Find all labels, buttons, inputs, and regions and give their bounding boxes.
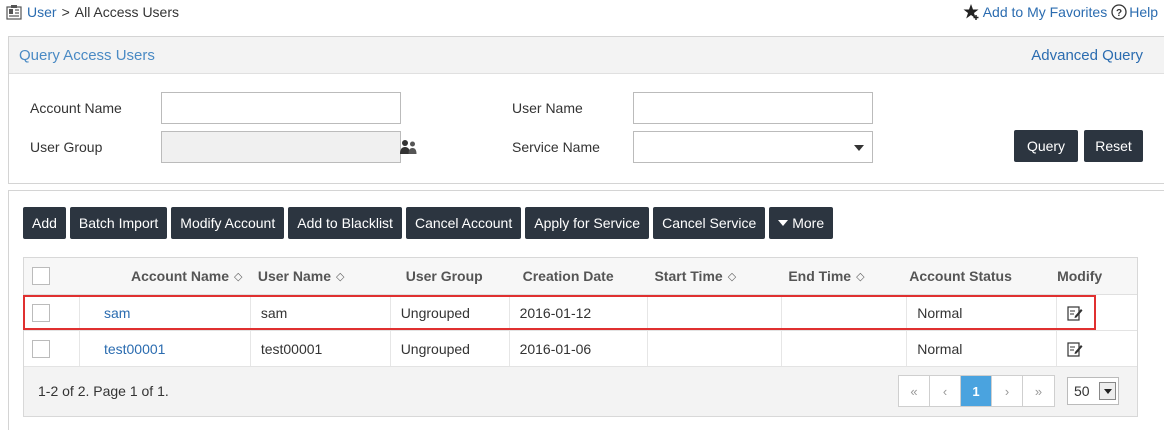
page-size-value: 50 [1074,383,1090,399]
add-to-favorites-link[interactable]: Add to My Favorites [963,3,1108,21]
account-name-cell: sam [80,295,251,330]
batch-import-button[interactable]: Batch Import [69,207,168,239]
creation-date-cell: 2016-01-06 [510,331,649,366]
table-header-row: Account Name ◇ User Name ◇ User Group Cr… [24,258,1137,295]
row-select-cell [24,331,80,366]
breadcrumb-current: All Access Users [74,4,179,20]
header-select-cell [24,258,80,294]
edit-icon[interactable] [1067,305,1083,321]
start-time-cell [648,331,783,366]
add-to-favorites-label: Add to My Favorites [982,4,1108,20]
query-button[interactable]: Query [1014,130,1078,162]
help-link[interactable]: ? Help [1111,4,1158,20]
edit-icon[interactable] [1067,341,1083,357]
top-links: Add to My Favorites ? Help [963,3,1158,21]
start-time-cell [648,295,783,330]
dropdown-arrow-icon[interactable] [1099,382,1116,400]
select-group-icon[interactable] [400,139,418,155]
header-creation-date: Creation Date [522,268,614,284]
query-panel-header: Query Access Users Advanced Query [9,37,1164,74]
user-name-label: User Name [512,100,583,116]
pagination-summary: 1-2 of 2. Page 1 of 1. [38,383,169,399]
user-group-cell: Ungrouped [391,331,510,366]
row-checkbox[interactable] [32,303,50,322]
end-time-cell [782,331,908,366]
user-name-cell: sam [251,295,391,330]
svg-text:?: ? [1116,8,1122,19]
header-user-name-label: User Name [257,268,331,284]
pagination-controls: « ‹ 1 › » [898,375,1055,407]
creation-date-cell: 2016-01-12 [510,295,649,330]
account-name-input[interactable] [161,92,401,124]
table-row: sam sam Ungrouped 2016-01-12 Normal [24,295,1137,331]
row-checkbox[interactable] [32,339,50,358]
header-end-time-label: End Time [788,268,852,284]
query-panel-title: Query Access Users [19,47,155,64]
service-name-select[interactable] [633,131,873,163]
modify-account-button[interactable]: Modify Account [171,207,285,239]
end-time-cell [782,295,908,330]
account-name-cell: test00001 [80,331,251,366]
header-account-name-label: Account Name [130,268,229,284]
sort-icon: ◇ [233,270,243,283]
header-start-time[interactable]: Start Time ◇ [648,258,782,294]
header-modify: Modify [1057,268,1103,284]
account-status-cell: Normal [907,331,1058,366]
next-page-button[interactable]: › [992,376,1023,406]
breadcrumb: User > All Access Users [6,4,179,20]
account-name-link[interactable]: test00001 [104,341,166,357]
account-name-link[interactable]: sam [104,305,130,321]
help-icon: ? [1111,4,1127,20]
results-panel: Add Batch Import Modify Account Add to B… [8,190,1164,430]
top-bar: User > All Access Users Add to My Favori… [0,0,1164,28]
select-all-checkbox[interactable] [32,267,50,285]
help-label: Help [1129,4,1158,20]
cancel-service-button[interactable]: Cancel Service [653,207,766,239]
user-management-icon [6,5,22,20]
more-button[interactable]: More [769,207,834,239]
advanced-query-link[interactable]: Advanced Query [1031,47,1143,64]
user-name-cell: test00001 [251,331,391,366]
row-select-cell [24,295,80,330]
first-page-button[interactable]: « [899,376,930,406]
header-account-name[interactable]: Account Name ◇ [80,258,251,294]
reset-button[interactable]: Reset [1084,130,1143,162]
query-panel: Query Access Users Advanced Query Accoun… [8,36,1164,184]
header-start-time-label: Start Time [654,268,723,284]
account-status-cell: Normal [907,295,1058,330]
sort-icon: ◇ [727,270,737,283]
last-page-button[interactable]: » [1023,376,1054,406]
star-plus-icon [963,4,979,20]
caret-down-icon [778,220,789,226]
user-group-label: User Group [30,139,103,155]
access-users-table: Account Name ◇ User Name ◇ User Group Cr… [23,257,1138,417]
chevron-down-icon [854,145,864,151]
header-account-status: Account Status [909,268,1012,284]
add-button[interactable]: Add [23,207,66,239]
modify-cell [1057,295,1137,330]
sort-icon: ◇ [335,270,345,283]
table-footer: 1-2 of 2. Page 1 of 1. « ‹ 1 › » 50 [24,367,1137,416]
breadcrumb-separator: > [61,4,70,20]
user-name-input[interactable] [633,92,873,124]
more-label: More [792,215,825,231]
service-name-label: Service Name [512,139,600,155]
sort-icon: ◇ [856,270,865,283]
header-user-group: User Group [405,268,483,284]
modify-cell [1057,331,1137,366]
previous-page-button[interactable]: ‹ [930,376,961,406]
user-group-cell: Ungrouped [391,295,510,330]
add-to-blacklist-button[interactable]: Add to Blacklist [288,207,402,239]
breadcrumb-user-link[interactable]: User [27,4,57,20]
account-name-label: Account Name [30,100,122,116]
page-size-select[interactable]: 50 [1067,377,1119,405]
page-1-button[interactable]: 1 [961,376,992,406]
table-row: test00001 test00001 Ungrouped 2016-01-06… [24,331,1137,367]
user-group-field[interactable] [161,131,401,163]
action-toolbar: Add Batch Import Modify Account Add to B… [23,207,837,239]
header-end-time[interactable]: End Time ◇ [782,258,907,294]
cancel-account-button[interactable]: Cancel Account [405,207,522,239]
header-user-name[interactable]: User Name ◇ [251,258,391,294]
apply-for-service-button[interactable]: Apply for Service [525,207,650,239]
